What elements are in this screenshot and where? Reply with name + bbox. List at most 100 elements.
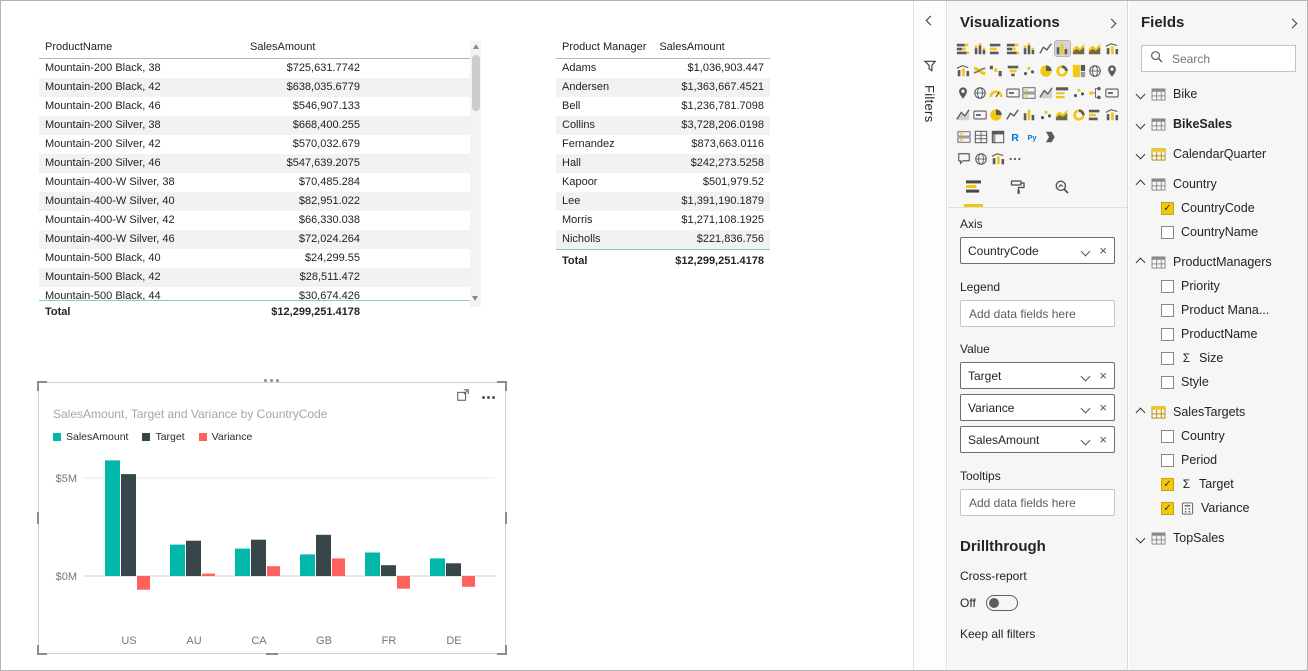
field-pill-CountryCode[interactable]: CountryCode× bbox=[960, 237, 1115, 264]
bar-Variance-US[interactable] bbox=[137, 576, 150, 590]
resize-handle[interactable] bbox=[497, 381, 507, 391]
multi-row-card-icon[interactable] bbox=[1022, 85, 1037, 100]
r-script-visual-icon[interactable]: R bbox=[1007, 129, 1022, 144]
bar-Variance-AU[interactable] bbox=[202, 574, 215, 576]
table-item-CalendarQuarter[interactable]: CalendarQuarter bbox=[1129, 142, 1308, 166]
scroll-down-icon[interactable] bbox=[472, 296, 478, 301]
table-item-Bike[interactable]: Bike bbox=[1129, 82, 1308, 106]
table-row[interactable]: Collins$3,728,206.0198 bbox=[556, 116, 770, 135]
decomposition-tree-icon[interactable] bbox=[1088, 85, 1103, 100]
checkbox-Style[interactable] bbox=[1161, 376, 1174, 389]
chevron-up-icon[interactable] bbox=[1136, 407, 1146, 417]
power-automate-icon[interactable] bbox=[990, 151, 1005, 166]
table-row[interactable]: Mountain-200 Silver, 38$668,400.255 bbox=[39, 116, 481, 135]
collapse-pane-icon[interactable] bbox=[1107, 19, 1117, 29]
bar-SalesAmount-US[interactable] bbox=[105, 460, 120, 576]
checkbox-Period[interactable] bbox=[1161, 454, 1174, 467]
azure-map-icon[interactable] bbox=[973, 85, 988, 100]
bar-Target-CA[interactable] bbox=[251, 540, 266, 576]
bar-Variance-FR[interactable] bbox=[397, 576, 410, 589]
map-icon[interactable] bbox=[1088, 63, 1103, 78]
scatter-chart-icon[interactable] bbox=[1022, 63, 1037, 78]
table-row[interactable]: Fernandez$873,663.0116 bbox=[556, 135, 770, 154]
column-header-productname[interactable]: ProductName bbox=[39, 37, 244, 58]
field-item-CountryCode[interactable]: ✓CountryCode bbox=[1129, 196, 1308, 220]
tab-fields[interactable] bbox=[964, 177, 983, 207]
resize-handle[interactable] bbox=[266, 653, 278, 655]
chevron-down-icon[interactable] bbox=[1081, 404, 1091, 414]
card-icon[interactable] bbox=[1006, 85, 1021, 100]
kpi-icon[interactable] bbox=[1039, 85, 1054, 100]
custom-visual-3-icon[interactable] bbox=[1022, 107, 1037, 122]
table-row[interactable]: Mountain-400-W Silver, 46$72,024.264 bbox=[39, 230, 481, 249]
scroll-up-icon[interactable] bbox=[473, 44, 479, 49]
remove-field-icon[interactable]: × bbox=[1099, 369, 1107, 382]
remove-field-icon[interactable]: × bbox=[1099, 433, 1107, 446]
key-influencers-icon[interactable] bbox=[1072, 85, 1087, 100]
pie-chart-icon[interactable] bbox=[1039, 63, 1054, 78]
gauge-icon[interactable] bbox=[989, 85, 1004, 100]
field-item-CountryName[interactable]: CountryName bbox=[1129, 220, 1308, 244]
legend-item-Variance[interactable]: Variance bbox=[199, 431, 253, 443]
table-row[interactable]: Mountain-500 Black, 42$28,511.472 bbox=[39, 268, 481, 287]
field-item-Target[interactable]: ✓ΣTarget bbox=[1129, 472, 1308, 496]
table-row[interactable]: Mountain-200 Black, 38$725,631.7742 bbox=[39, 59, 481, 78]
table-row[interactable]: Adams$1,036,903.447 bbox=[556, 59, 770, 78]
report-canvas[interactable]: ProductName SalesAmount Mountain-200 Blac… bbox=[1, 1, 913, 670]
power-apps-icon[interactable] bbox=[1041, 129, 1056, 144]
smart-narrative-icon[interactable] bbox=[1105, 85, 1120, 100]
bar-Target-US[interactable] bbox=[121, 474, 136, 576]
table-row[interactable]: Mountain-200 Black, 46$546,907.133 bbox=[39, 97, 481, 116]
table-body[interactable]: Mountain-200 Black, 38$725,631.7742 Mount… bbox=[39, 59, 481, 300]
column-header-salesamount[interactable]: SalesAmount bbox=[653, 37, 770, 58]
checkbox-Priority[interactable] bbox=[1161, 280, 1174, 293]
bar-Variance-DE[interactable] bbox=[462, 576, 475, 587]
table-row[interactable]: Mountain-200 Silver, 46$547,639.2075 bbox=[39, 154, 481, 173]
area-chart-icon[interactable] bbox=[1072, 41, 1087, 56]
remove-field-icon[interactable]: × bbox=[1099, 244, 1107, 257]
tab-format[interactable] bbox=[1009, 177, 1027, 207]
table-row[interactable]: Mountain-400-W Silver, 42$66,330.038 bbox=[39, 211, 481, 230]
checkbox-Variance[interactable]: ✓ bbox=[1161, 502, 1174, 515]
focus-mode-icon[interactable] bbox=[456, 388, 470, 407]
python-visual-icon[interactable]: Py bbox=[1024, 129, 1039, 144]
slicer-icon[interactable] bbox=[1055, 85, 1070, 100]
custom-visual-1-icon[interactable] bbox=[989, 107, 1004, 122]
checkbox-Target[interactable]: ✓ bbox=[1161, 478, 1174, 491]
clustered-bar-chart-icon[interactable] bbox=[989, 41, 1004, 56]
custom-visual-7-icon[interactable] bbox=[1088, 107, 1103, 122]
chevron-down-icon[interactable] bbox=[1081, 372, 1091, 382]
more-visuals-icon[interactable] bbox=[1007, 151, 1022, 166]
bar-SalesAmount-AU[interactable] bbox=[170, 545, 185, 576]
chevron-down-icon[interactable] bbox=[1081, 436, 1091, 446]
checkbox-Country[interactable] bbox=[1161, 430, 1174, 443]
stacked-bar-chart-icon[interactable] bbox=[956, 41, 971, 56]
chevron-down-icon[interactable] bbox=[1136, 89, 1146, 99]
custom-visual-6-icon[interactable] bbox=[1072, 107, 1087, 122]
bar-Target-FR[interactable] bbox=[381, 565, 396, 576]
bar-SalesAmount-GB[interactable] bbox=[300, 554, 315, 576]
bar-Target-AU[interactable] bbox=[186, 541, 201, 576]
chevron-down-icon[interactable] bbox=[1136, 533, 1146, 543]
line-chart-icon[interactable] bbox=[1039, 41, 1054, 56]
treemap-icon[interactable] bbox=[1072, 63, 1087, 78]
chevron-up-icon[interactable] bbox=[1136, 257, 1146, 267]
table-item-TopSales[interactable]: TopSales bbox=[1129, 526, 1308, 550]
fields-search-input[interactable] bbox=[1170, 51, 1308, 67]
matrix-icon[interactable] bbox=[990, 129, 1005, 144]
chart-plot[interactable]: $5M$0MUSAUCAGBFRDE bbox=[45, 449, 500, 649]
100-stacked-column-chart-icon[interactable] bbox=[1022, 41, 1037, 56]
qna-icon[interactable] bbox=[956, 151, 971, 166]
field-item-Priority[interactable]: Priority bbox=[1129, 274, 1308, 298]
custom-visual-5-icon[interactable] bbox=[1055, 107, 1070, 122]
legend-item-SalesAmount[interactable]: SalesAmount bbox=[53, 431, 128, 443]
bar-SalesAmount-CA[interactable] bbox=[235, 549, 250, 576]
stacked-area-chart-icon[interactable] bbox=[1088, 41, 1103, 56]
column-header-product-manager[interactable]: Product Manager bbox=[556, 37, 653, 58]
drag-grip-icon[interactable] bbox=[264, 379, 280, 383]
bar-Variance-CA[interactable] bbox=[267, 566, 280, 576]
chevron-down-icon[interactable] bbox=[1081, 247, 1091, 257]
collapse-pane-icon[interactable] bbox=[1288, 19, 1298, 29]
table-item-Country[interactable]: Country bbox=[1129, 172, 1308, 196]
table-item-ProductManagers[interactable]: ProductManagers bbox=[1129, 250, 1308, 274]
